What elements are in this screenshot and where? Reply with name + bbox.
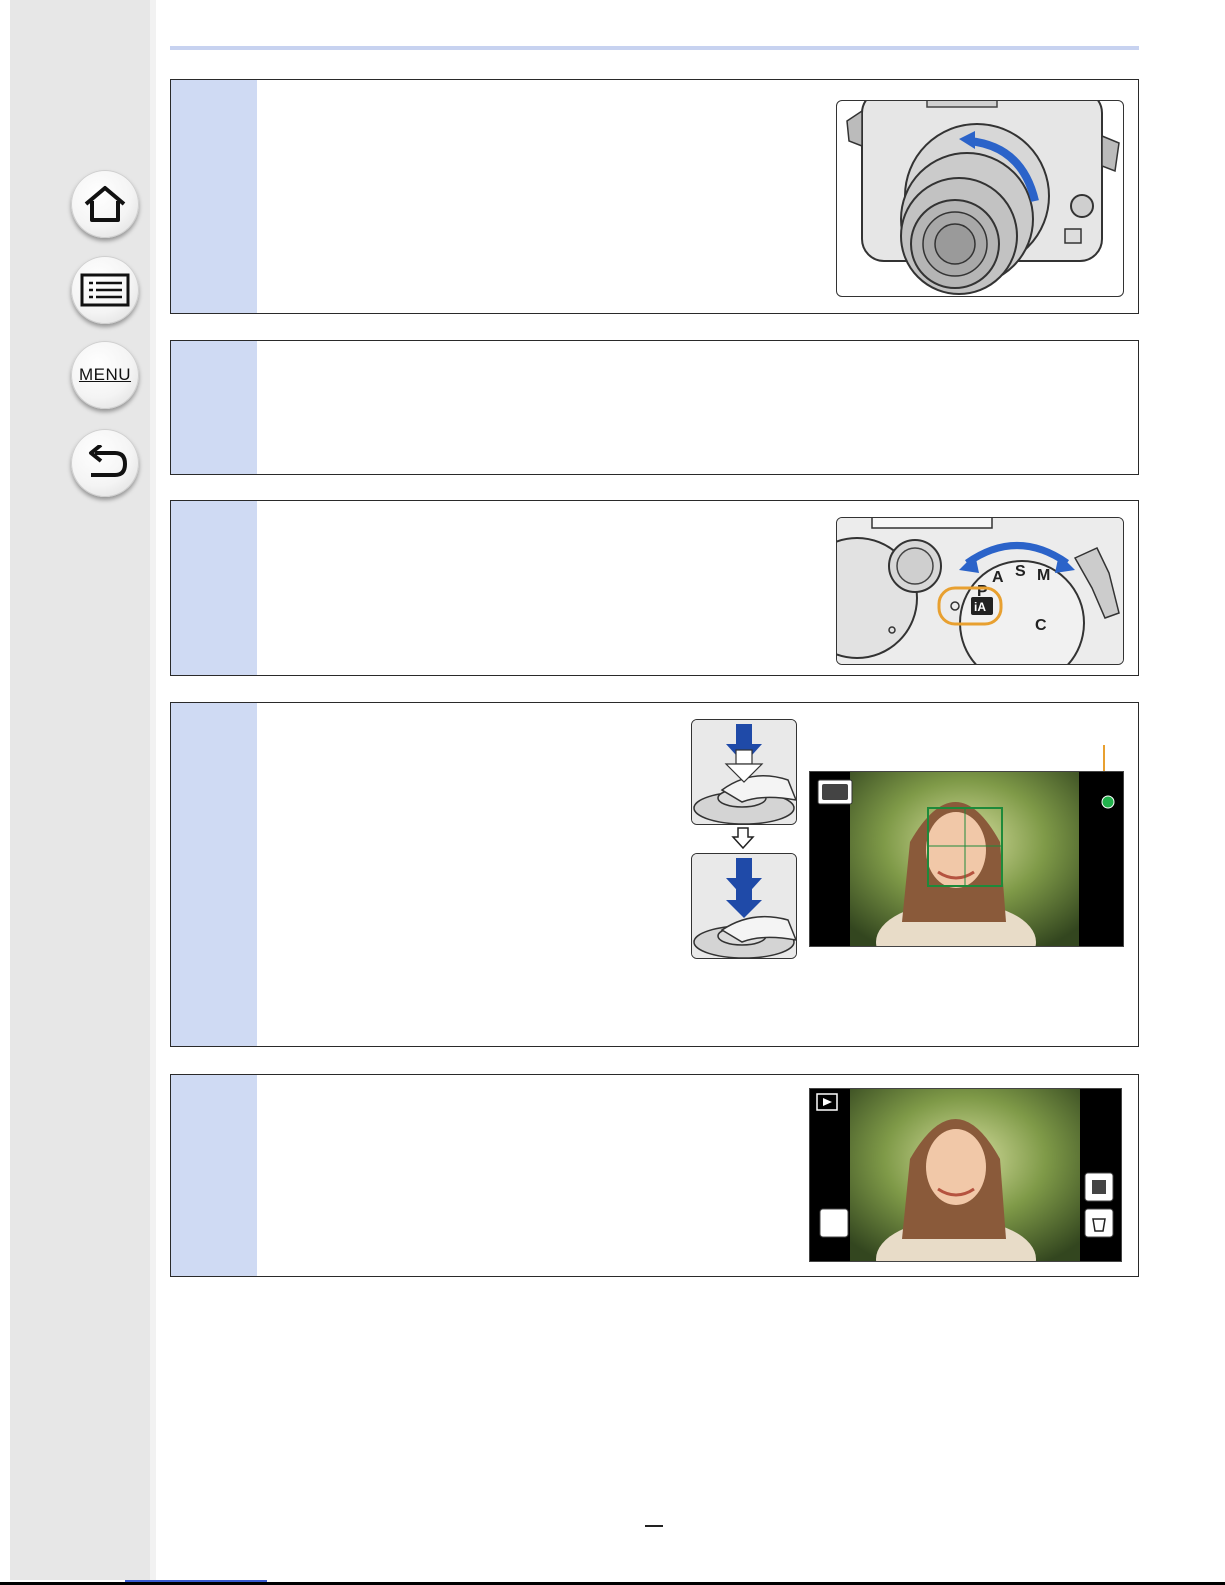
- step-number-cell: [171, 1075, 257, 1276]
- menu-label: MENU: [78, 365, 132, 384]
- camera-lens-svg: [846, 101, 1120, 295]
- full-press-svg: [692, 854, 796, 958]
- dial-label-s: S: [1015, 563, 1026, 580]
- step-3: P A S M C iA: [170, 500, 1139, 676]
- step-number-cell: [171, 80, 257, 313]
- back-button[interactable]: [71, 429, 139, 497]
- dial-label-ia: iA: [974, 600, 986, 614]
- navigation-sidebar: [10, 0, 150, 1580]
- mode-dial-svg: P A S M C iA: [837, 518, 1123, 664]
- header-rule: [170, 46, 1139, 50]
- step-number-cell: [171, 703, 257, 1046]
- down-arrow-icon: [731, 827, 755, 849]
- step-number-cell: [171, 341, 257, 474]
- home-button[interactable]: [71, 170, 139, 238]
- sidebar-edge: [150, 0, 156, 1580]
- home-icon: [84, 186, 126, 222]
- dial-label-m: M: [1037, 567, 1050, 584]
- contents-button[interactable]: [71, 256, 139, 324]
- contents-list-icon: [80, 273, 130, 307]
- dial-label-a: A: [992, 569, 1004, 586]
- mode-dial-illustration: P A S M C iA: [836, 517, 1124, 665]
- step-5: [170, 1074, 1139, 1277]
- page-number-dash: [645, 1525, 663, 1527]
- full-press-illustration: [691, 853, 797, 959]
- playback-screen-svg: [810, 1089, 1121, 1261]
- half-press-illustration: [691, 719, 797, 825]
- step-number-cell: [171, 501, 257, 675]
- back-arrow-icon: [89, 445, 128, 477]
- camera-lens-zoom-ring-illustration: [836, 100, 1124, 297]
- recording-screen: [809, 771, 1124, 947]
- half-press-svg: [692, 720, 796, 824]
- playback-screen-illustration: [809, 1088, 1122, 1262]
- step-2: [170, 340, 1139, 475]
- dial-label-c: C: [1035, 617, 1047, 634]
- step-4: [170, 702, 1139, 1047]
- step-1: [170, 79, 1139, 314]
- menu-button[interactable]: MENU: [71, 341, 139, 409]
- recording-screen-svg: [810, 772, 1123, 946]
